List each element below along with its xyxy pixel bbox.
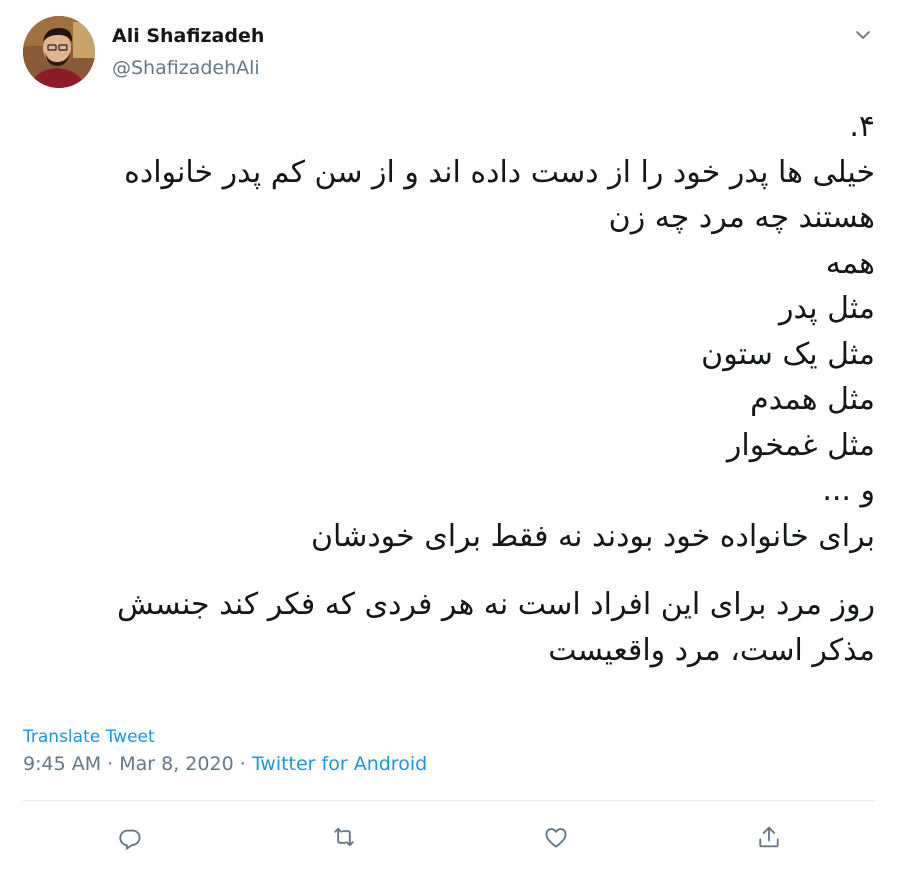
author-handle[interactable]: @ShafizadehAli [112,56,260,80]
author-display-name[interactable]: Ali Shafizadeh [112,24,264,48]
divider [23,800,875,801]
avatar-image [23,16,95,88]
tweet-line: همه [825,245,875,281]
share-button[interactable] [752,820,786,854]
tweet-line: مثل یک ستون [701,336,875,372]
retweet-button[interactable] [327,820,361,854]
tweet-date[interactable]: Mar 8, 2020 [119,753,233,775]
tweet-line: روز مرد برای این افراد است نه هر فردی که… [116,587,875,622]
tweet-line: و ... [822,473,875,508]
tweet-menu-button[interactable] [848,20,878,50]
like-button[interactable] [539,820,573,854]
tweet-text: ۴. خیلی ها پدر خود را از دست داده اند و … [23,104,875,673]
tweet-meta: 9:45 AM · Mar 8, 2020 · Twitter for Andr… [23,752,427,776]
tweet-line: ۴. [849,109,875,144]
tweet-source-link[interactable]: Twitter for Android [252,753,427,775]
tweet-line: مثل پدر [779,291,875,326]
translate-tweet-link[interactable]: Translate Tweet [23,727,155,747]
tweet-line: مثل همدم [750,382,875,417]
meta-separator: · [239,753,246,775]
tweet-time[interactable]: 9:45 AM [23,753,101,775]
tweet-line: برای خانواده خود بودند نه فقط برای خودشا… [311,518,875,554]
reply-icon [119,829,141,850]
tweet-line: مذکر است، مرد واقعیست [548,632,875,668]
tweet-line: مثل غمخوار [726,427,875,463]
avatar[interactable] [23,16,95,88]
meta-separator: · [107,753,114,775]
chevron-down-icon [856,31,870,39]
heart-icon [545,828,567,848]
share-icon [759,826,779,848]
retweet-icon [334,827,354,847]
reply-button[interactable] [113,820,147,854]
tweet-line: خیلی ها پدر خود را از دست داده اند و از … [124,154,875,190]
tweet-line: هستند چه مرد چه زن [608,200,875,235]
